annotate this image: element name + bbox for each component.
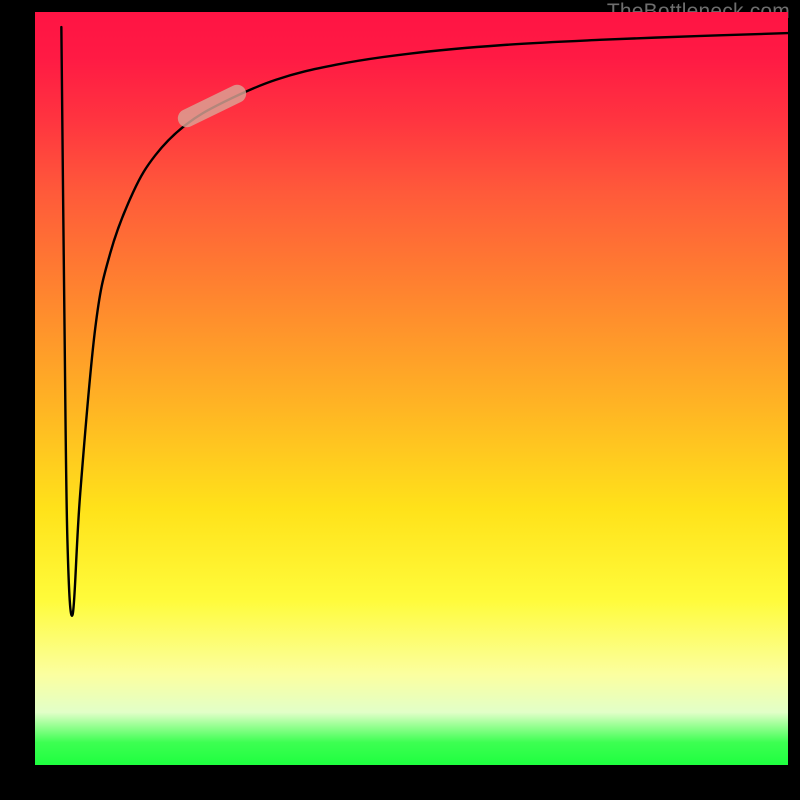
chart-container: TheBottleneck.com xyxy=(0,0,800,800)
curve-layer xyxy=(35,12,788,765)
bottleneck-curve xyxy=(61,27,788,616)
plot-area xyxy=(35,12,788,765)
